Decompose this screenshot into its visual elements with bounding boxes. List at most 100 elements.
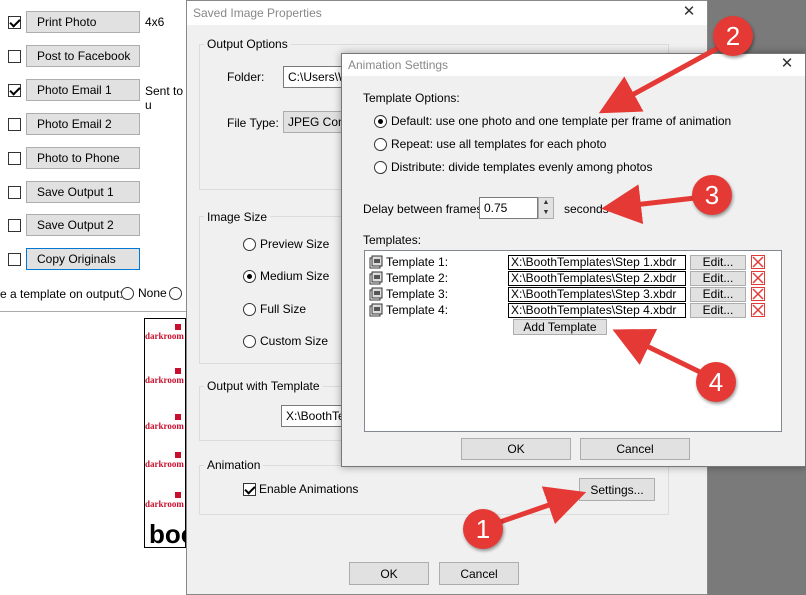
default-label: Default: use one photo and one template … (391, 114, 732, 128)
settings-button[interactable]: Settings... (579, 478, 655, 501)
medium-size-radio[interactable] (243, 269, 256, 283)
custom-size-option[interactable]: Custom Size (243, 334, 328, 348)
delete-icon[interactable] (751, 255, 765, 269)
copy-originals-checkbox[interactable] (8, 252, 21, 266)
animation-label: Animation (204, 458, 264, 472)
cancel-button[interactable]: Cancel (439, 562, 519, 585)
delay-input[interactable]: 0.75 (479, 197, 538, 219)
template-name: Template 3: (386, 287, 449, 301)
templates-list: Template 1: X:\BoothTemplates\Step 1.xbd… (364, 250, 782, 432)
template-name: Template 2: (386, 271, 449, 285)
option-distribute[interactable]: Distribute: divide templates evenly amon… (374, 160, 652, 174)
output-template-label: Output with Template (204, 379, 323, 393)
enable-animations-checkbox[interactable] (243, 482, 256, 496)
save-output-1-checkbox[interactable] (8, 185, 21, 199)
copy-originals-row (8, 248, 21, 270)
title-bar: Saved Image Properties ✕ (187, 1, 707, 25)
template-path-field[interactable]: X:\BoothTemplates\Step 4.xbdr (508, 303, 686, 318)
repeat-label: Repeat: use all templates for each photo (391, 137, 607, 151)
facebook-row (8, 45, 21, 67)
folder-field[interactable]: C:\Users\W (283, 66, 343, 88)
post-facebook-checkbox[interactable] (8, 49, 21, 63)
title-bar: Animation Settings ✕ (342, 54, 805, 76)
other-radio[interactable] (169, 286, 182, 300)
delete-icon[interactable] (751, 303, 765, 317)
template-path-field[interactable]: X:\BoothTemplates\Step 3.xbdr (508, 287, 686, 302)
save-output-2-button[interactable]: Save Output 2 (26, 214, 140, 236)
custom-size-radio[interactable] (243, 334, 256, 348)
edit-button[interactable]: Edit... (690, 255, 746, 270)
photo-phone-checkbox[interactable] (8, 151, 21, 165)
print-photo-checkbox[interactable] (8, 15, 21, 29)
medium-size-option[interactable]: Medium Size (243, 269, 329, 283)
ok-button[interactable]: OK (349, 562, 429, 585)
edit-button[interactable]: Edit... (690, 271, 746, 286)
save-output-1-button[interactable]: Save Output 1 (26, 181, 140, 203)
image-size-label: Image Size (204, 210, 271, 224)
distribute-label: Distribute: divide templates evenly amon… (391, 160, 653, 174)
template-name: Template 1: (386, 255, 449, 269)
templates-label: Templates: (363, 233, 422, 247)
photo-email-1-row (8, 79, 21, 101)
ok-button[interactable]: OK (461, 438, 571, 460)
option-default[interactable]: Default: use one photo and one template … (374, 114, 731, 128)
output-options-label: Output Options (204, 37, 291, 51)
photo-email-1-checkbox[interactable] (8, 83, 21, 97)
close-icon[interactable]: ✕ (779, 56, 795, 72)
preview-size-radio[interactable] (243, 237, 256, 251)
template-options-label: Template Options: (363, 91, 460, 105)
divider (0, 311, 186, 312)
template-output-label: e a template on output: (0, 287, 123, 301)
edit-button[interactable]: Edit... (690, 287, 746, 302)
repeat-radio[interactable] (374, 137, 387, 151)
callout-3: 3 (692, 175, 732, 215)
enable-animations-option[interactable]: Enable Animations (243, 482, 358, 496)
distribute-radio[interactable] (374, 160, 387, 174)
print-photo-button[interactable]: Print Photo (26, 11, 140, 33)
post-facebook-button[interactable]: Post to Facebook (26, 45, 140, 67)
stepper-down-icon[interactable]: ▼ (539, 208, 553, 218)
option-repeat[interactable]: Repeat: use all templates for each photo (374, 137, 606, 151)
delay-unit: seconds (564, 202, 609, 216)
template-file-icon (369, 287, 383, 301)
full-size-label: Full Size (260, 302, 307, 316)
callout-4: 4 (696, 362, 736, 402)
animation-settings-window: Animation Settings ✕ Template Options: D… (341, 53, 806, 467)
delete-icon[interactable] (751, 271, 765, 285)
darkroom-logo: darkroom (145, 491, 184, 509)
template-path-field[interactable]: X:\BoothTemplates\Step 1.xbdr (508, 255, 686, 270)
full-size-option[interactable]: Full Size (243, 302, 306, 316)
default-radio[interactable] (374, 114, 387, 128)
template-output-none-option[interactable]: None (121, 286, 167, 300)
template-path-field[interactable]: X:\BoothTemplates\Step 2.xbdr (508, 271, 686, 286)
add-template-button[interactable]: Add Template (513, 319, 607, 335)
delete-icon[interactable] (751, 287, 765, 301)
enable-animations-label: Enable Animations (259, 482, 359, 496)
none-radio[interactable] (121, 286, 134, 300)
file-type-select[interactable]: JPEG Compr (283, 111, 343, 133)
delay-stepper[interactable]: ▲ ▼ (538, 197, 554, 219)
custom-size-label: Custom Size (260, 334, 329, 348)
close-icon[interactable]: ✕ (681, 4, 697, 20)
darkroom-logo: darkroom (145, 367, 184, 385)
photo-email-1-button[interactable]: Photo Email 1 (26, 79, 140, 101)
preview-size-option[interactable]: Preview Size (243, 237, 329, 251)
left-panel: Print Photo 4x6 Post to Facebook Photo E… (0, 0, 194, 595)
cancel-button[interactable]: Cancel (580, 438, 690, 460)
list-item: Template 3: (369, 286, 448, 302)
edit-button[interactable]: Edit... (690, 303, 746, 318)
output-template-field[interactable]: X:\BoothTe (281, 405, 345, 427)
photo-phone-button[interactable]: Photo to Phone (26, 147, 140, 169)
template-file-icon (369, 271, 383, 285)
medium-size-label: Medium Size (260, 269, 330, 283)
photo-email-2-button[interactable]: Photo Email 2 (26, 113, 140, 135)
template-thumbnail: darkroom darkroom darkroom darkroom dark… (144, 318, 186, 548)
photo-email-1-note: Sent to u (145, 84, 184, 112)
save-output-2-checkbox[interactable] (8, 218, 21, 232)
copy-originals-button[interactable]: Copy Originals (26, 248, 140, 270)
stepper-up-icon[interactable]: ▲ (539, 198, 553, 208)
full-size-radio[interactable] (243, 302, 256, 316)
booth-logo-text: boo (149, 519, 185, 548)
template-name: Template 4: (386, 303, 449, 317)
photo-email-2-checkbox[interactable] (8, 117, 21, 131)
